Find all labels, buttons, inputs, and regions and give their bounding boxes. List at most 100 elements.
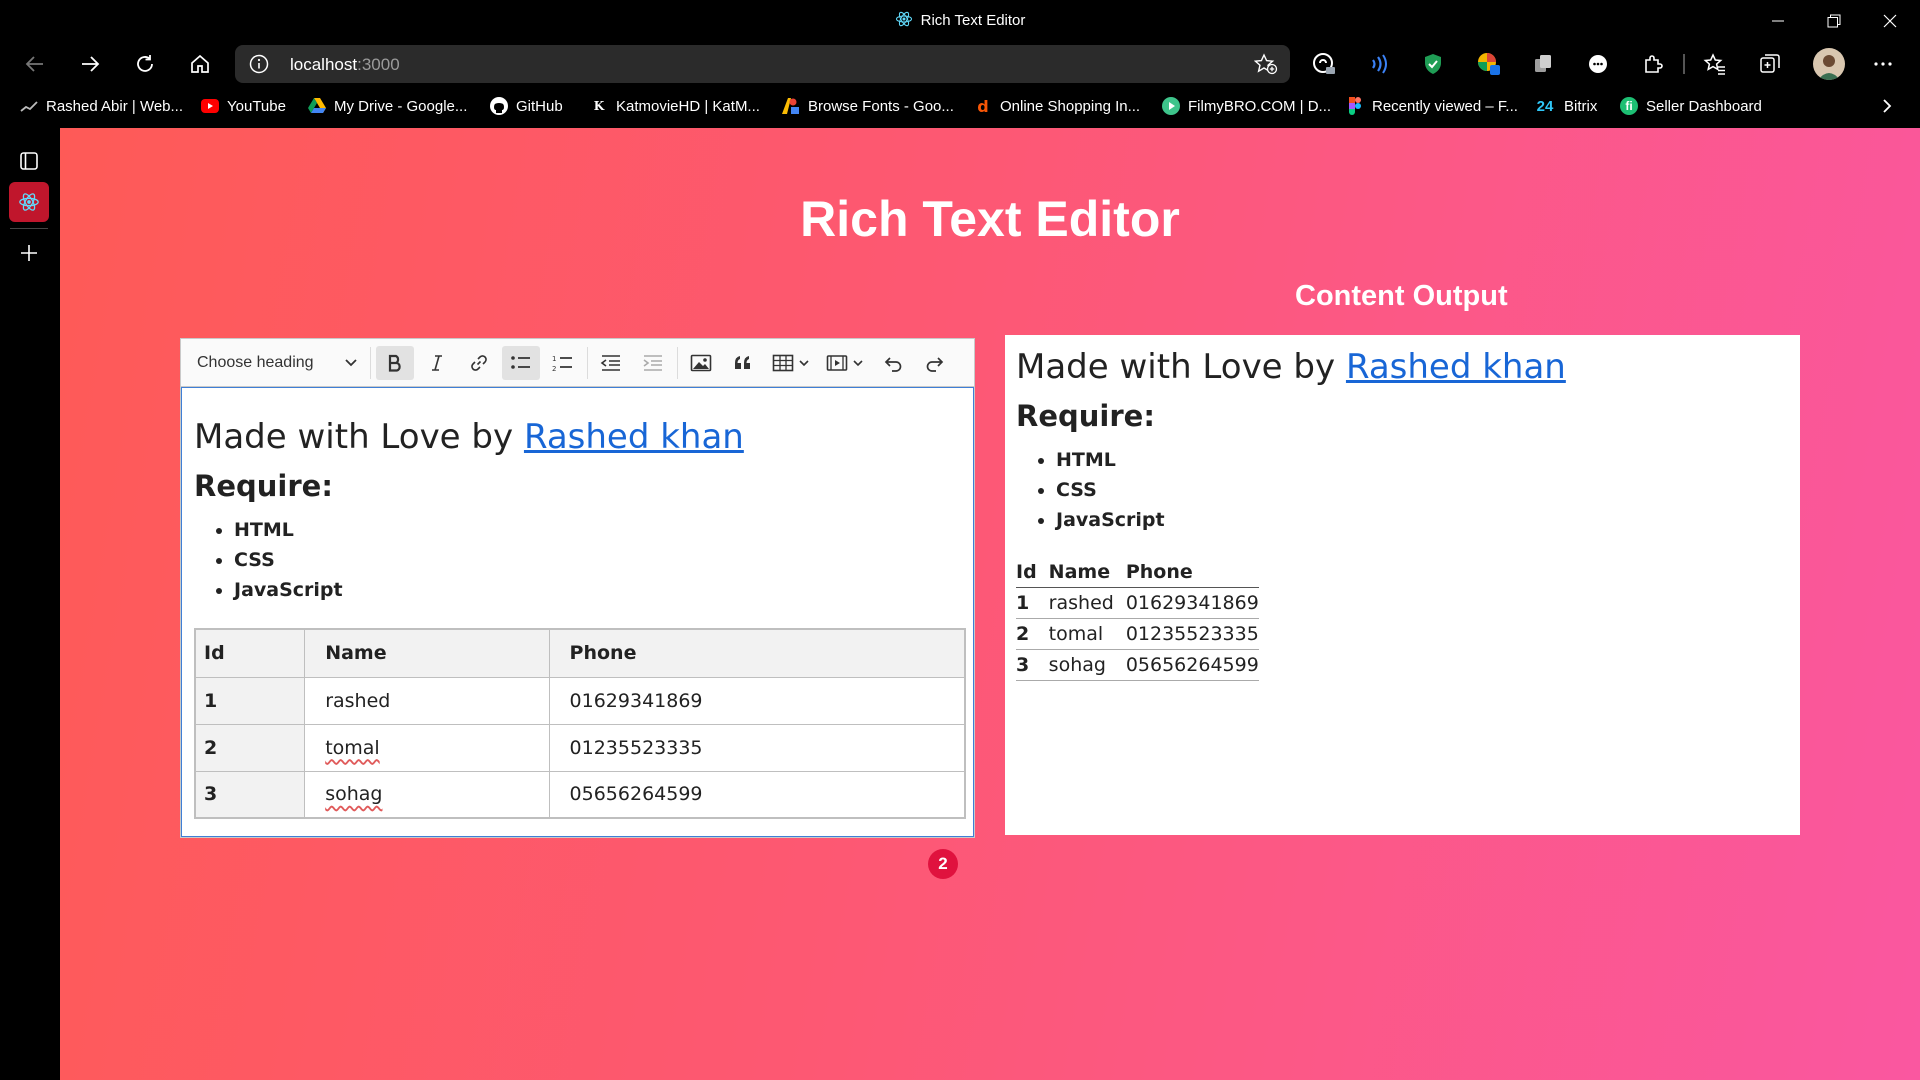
table-row: 2 tomal 01235523335 (1016, 618, 1259, 650)
table-cell[interactable]: 01629341869 (548, 676, 966, 725)
page-content: Rich Text Editor Content Output Choose h… (60, 128, 1920, 1080)
window-title-bar: Rich Text Editor (0, 0, 1920, 41)
link-icon (471, 355, 487, 371)
italic-button[interactable] (418, 346, 456, 380)
bulleted-list-button[interactable] (502, 346, 540, 380)
bookmark-item[interactable]: Rashed Abir | Web... (20, 95, 183, 117)
github-icon (490, 97, 508, 115)
bookmark-item[interactable]: d Online Shopping In... (974, 95, 1140, 117)
youtube-icon (201, 97, 219, 115)
arrow-right-icon (82, 56, 100, 72)
chat-extension-icon[interactable] (1583, 49, 1613, 79)
numbered-list-button[interactable]: 12 (544, 346, 582, 380)
home-button[interactable] (181, 45, 219, 83)
indent-button[interactable] (634, 346, 672, 380)
forward-button[interactable] (71, 45, 109, 83)
table-header-cell[interactable]: Name (304, 628, 550, 678)
bookmark-item[interactable]: fi Seller Dashboard (1620, 95, 1762, 117)
block-quote-button[interactable] (724, 346, 762, 380)
settings-more-button[interactable] (1868, 49, 1898, 79)
bookmark-item[interactable]: FilmyBRO.COM | D... (1162, 95, 1331, 117)
browser-toolbar: localhost:3000 (0, 41, 1920, 87)
url-text[interactable]: localhost:3000 (290, 55, 400, 75)
table-cell[interactable]: 1 (194, 676, 306, 725)
bookmark-item[interactable]: K KatmovieHD | KatM... (590, 95, 760, 117)
extension-icon[interactable] (1309, 49, 1339, 79)
redo-button[interactable] (916, 346, 954, 380)
chevron-down-icon (345, 359, 357, 367)
indent-icon (643, 355, 662, 371)
list-item: JavaScript (1056, 505, 1165, 535)
profile-avatar-icon (1818, 55, 1840, 80)
table-cell[interactable]: 2 (194, 723, 306, 772)
table-cell[interactable]: tomal (304, 723, 550, 772)
color-picker-extension-icon[interactable] (1474, 49, 1504, 79)
table-cell[interactable]: sohag (304, 770, 550, 819)
insert-image-button[interactable] (682, 346, 720, 380)
restore-button[interactable] (1806, 0, 1862, 41)
undo-icon (884, 357, 902, 372)
bookmark-item[interactable]: GitHub (490, 95, 563, 117)
address-bar[interactable]: localhost:3000 (235, 45, 1290, 83)
close-window-button[interactable] (1862, 0, 1918, 41)
bold-button[interactable] (376, 346, 414, 380)
add-favorite-icon[interactable] (1253, 53, 1278, 80)
bookmark-item[interactable]: My Drive - Google... (308, 95, 467, 117)
numbered-list-icon: 12 (552, 355, 572, 373)
table-cell[interactable]: 3 (194, 770, 306, 819)
close-icon (1883, 14, 1897, 27)
tab-rich-text-editor[interactable] (9, 182, 49, 222)
bookmarks-overflow-button[interactable] (1880, 95, 1894, 117)
restore-icon (1827, 14, 1841, 27)
minimize-button[interactable] (1750, 0, 1806, 41)
reload-button[interactable] (126, 45, 164, 83)
tab-actions-button[interactable] (9, 141, 49, 181)
new-tab-button[interactable] (9, 233, 49, 273)
svg-text:1: 1 (552, 355, 556, 363)
collections-icon[interactable] (1755, 49, 1785, 79)
table-header-cell[interactable]: Id (194, 628, 306, 678)
home-icon (191, 54, 209, 73)
table-cell[interactable]: 01235523335 (548, 723, 966, 772)
bookmarks-bar: Rashed Abir | Web... YouTube My Drive - … (0, 87, 1920, 125)
author-link[interactable]: Rashed khan (524, 417, 744, 457)
avatar[interactable] (1813, 48, 1845, 80)
insert-media-button[interactable] (820, 346, 870, 380)
table-cell: tomal (1048, 618, 1126, 650)
katmovie-icon: K (593, 99, 605, 113)
read-aloud-icon[interactable] (1364, 49, 1394, 79)
filmybro-icon (1162, 97, 1180, 115)
grammar-issues-badge[interactable]: 2 (928, 849, 958, 879)
window-title: Rich Text Editor (920, 11, 1026, 29)
editor-table[interactable]: Id Name Phone 1 rashed 01629341869 2 tom… (194, 628, 966, 819)
back-button[interactable] (16, 45, 54, 83)
toolbar-separator (370, 347, 371, 379)
table-header-cell[interactable]: Phone (548, 628, 966, 678)
author-link[interactable]: Rashed khan (1346, 347, 1566, 387)
bookmark-item[interactable]: Recently viewed – F... (1346, 95, 1518, 117)
bookmark-item[interactable]: 24 Bitrix (1534, 95, 1598, 117)
table-row: 3 sohag 05656264599 (1016, 649, 1259, 681)
list-item: CSS (1056, 475, 1165, 505)
extensions-puzzle-icon[interactable] (1638, 49, 1668, 79)
favorites-icon[interactable] (1700, 49, 1730, 79)
table-cell[interactable]: rashed (304, 676, 550, 725)
shield-icon[interactable] (1418, 49, 1448, 79)
editor-content-area[interactable]: Made with Love by Rashed khan Require: H… (181, 387, 974, 879)
media-icon (826, 355, 848, 371)
outdent-button[interactable] (592, 346, 630, 380)
heading-dropdown[interactable]: Choose heading (189, 346, 364, 380)
collections-extension-icon[interactable] (1528, 49, 1558, 79)
table-cell[interactable]: 05656264599 (548, 770, 966, 819)
bookmark-item[interactable]: YouTube (201, 95, 286, 117)
document-heading: Made with Love by Rashed khan (194, 417, 744, 457)
insert-table-button[interactable] (766, 346, 816, 380)
chart-icon (20, 97, 38, 115)
undo-button[interactable] (874, 346, 912, 380)
bookmark-item[interactable]: Browse Fonts - Goo... (782, 95, 954, 117)
output-subheading: Require: (1016, 399, 1155, 433)
link-button[interactable] (460, 346, 498, 380)
bulleted-list-icon (511, 356, 530, 369)
info-icon[interactable] (249, 54, 269, 79)
arrow-left-icon (25, 56, 43, 72)
